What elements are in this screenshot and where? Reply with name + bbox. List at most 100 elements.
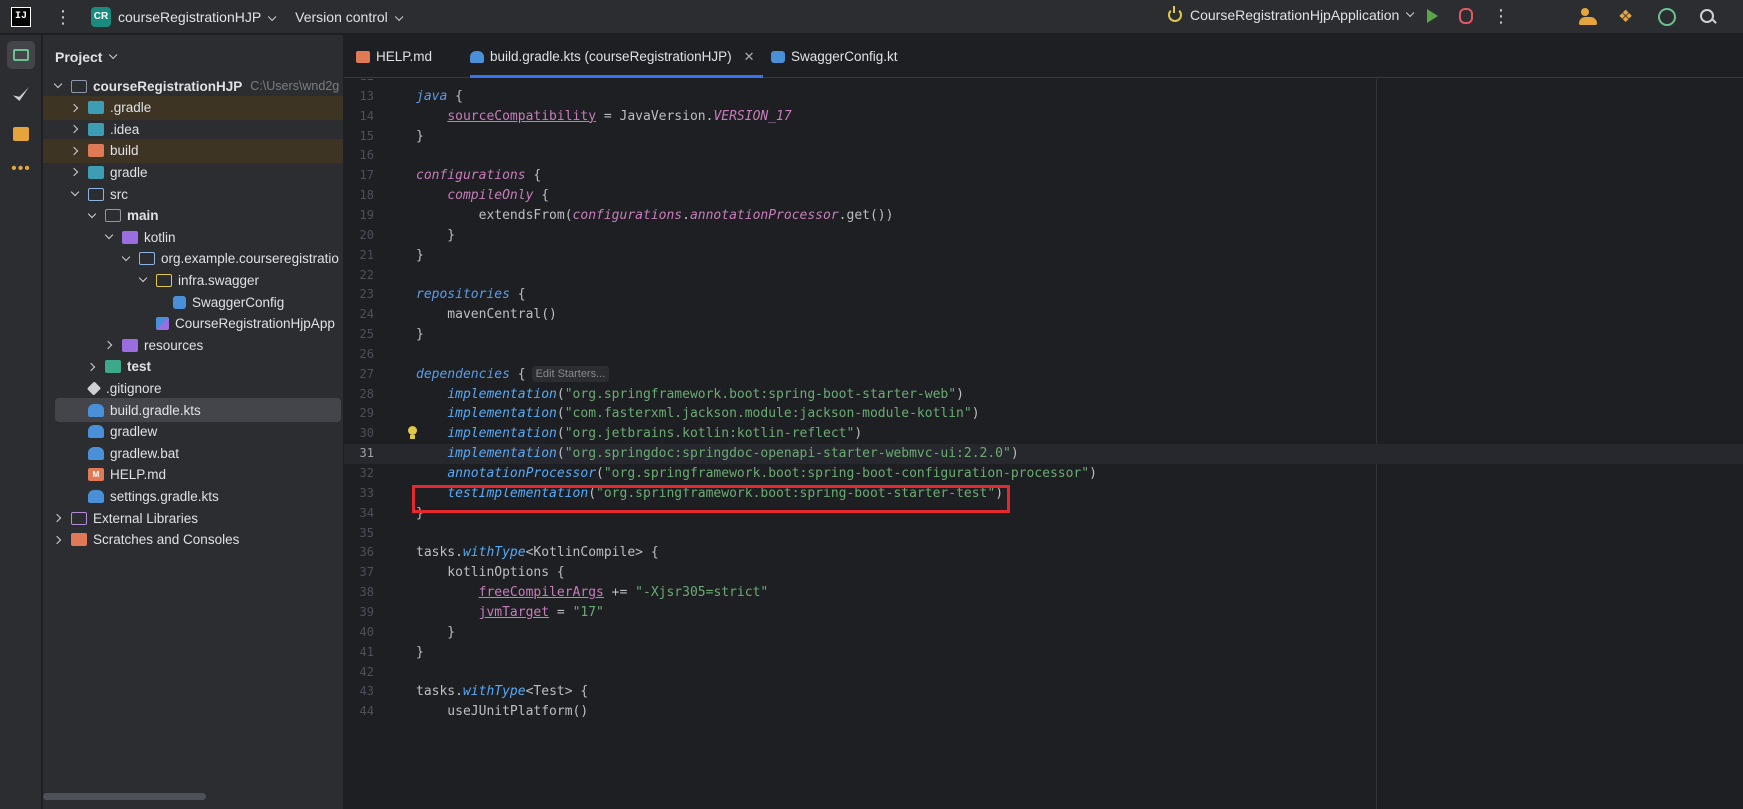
code-line[interactable]: 13 java { (344, 87, 1743, 107)
tree-item[interactable]: org.example.courseregistratio (43, 247, 343, 271)
code-editor[interactable]: 1213java {14 sourceCompatibility = JavaV… (344, 79, 1743, 809)
line-number[interactable]: 41 (344, 643, 374, 663)
tree-item[interactable]: resources (43, 333, 343, 357)
chevron-right-icon[interactable] (87, 362, 97, 372)
tree-item[interactable]: courseRegistrationHJP C:\Users\wnd2g (43, 74, 343, 98)
line-number[interactable]: 22 (344, 266, 374, 286)
tree-item[interactable]: .idea (43, 117, 343, 141)
code-line[interactable]: 29 implementation("com.fasterxml.jackson… (344, 404, 1743, 424)
tree-item[interactable]: build (43, 138, 343, 163)
tree-item[interactable]: M HELP.md (43, 463, 343, 487)
line-number[interactable]: 44 (344, 702, 374, 722)
line-number[interactable]: 26 (344, 345, 374, 365)
line-number[interactable]: 38 (344, 583, 374, 603)
chevron-right-icon[interactable] (70, 167, 80, 177)
tab-swaggerconfig-kt[interactable]: SwaggerConfig.kt (771, 35, 898, 78)
line-number[interactable]: 20 (344, 226, 374, 246)
line-number[interactable]: 34 (344, 504, 374, 524)
chevron-down-icon[interactable] (53, 81, 63, 91)
code-line[interactable]: 35 (344, 524, 1743, 544)
code-line[interactable]: 17 configurations { (344, 166, 1743, 186)
chevron-down-icon[interactable] (104, 232, 114, 242)
main-menu-icon[interactable]: ⋮ (53, 7, 73, 27)
tree-item[interactable]: CourseRegistrationHjpApp (43, 312, 343, 336)
code-line[interactable]: 23 repositories { (344, 285, 1743, 305)
line-number[interactable]: 12 (344, 79, 374, 87)
tree-item[interactable]: settings.gradle.kts (43, 484, 343, 508)
line-number[interactable]: 18 (344, 186, 374, 206)
chevron-down-icon[interactable] (70, 189, 80, 199)
line-number[interactable]: 39 (344, 603, 374, 623)
tree-item[interactable]: gradle (43, 160, 343, 184)
code-line[interactable]: 22 (344, 266, 1743, 286)
edit-starters-button[interactable]: Edit Starters... (531, 365, 610, 382)
code-with-me-icon[interactable] (1579, 8, 1597, 26)
intellij-logo-icon[interactable]: IJ (11, 6, 31, 27)
line-number[interactable]: 25 (344, 325, 374, 345)
code-line[interactable]: 19 extendsFrom(configurations.annotation… (344, 206, 1743, 226)
project-panel-header[interactable]: Project (43, 35, 343, 79)
tree-item[interactable]: .gradle (43, 95, 343, 120)
tree-item[interactable]: Scratches and Consoles (43, 528, 343, 552)
code-line[interactable]: 38 freeCompilerArgs += "-Xjsr305=strict" (344, 583, 1743, 603)
chevron-right-icon[interactable] (70, 103, 80, 113)
line-number[interactable]: 29 (344, 404, 374, 424)
commit-tool-button[interactable] (7, 80, 35, 108)
line-number[interactable]: 43 (344, 682, 374, 702)
debug-icon[interactable] (1459, 8, 1473, 24)
code-line[interactable]: 24 mavenCentral() (344, 305, 1743, 325)
tree-item[interactable]: src (43, 182, 343, 206)
tree-item[interactable]: SwaggerConfig (43, 290, 343, 314)
line-number[interactable]: 32 (344, 464, 374, 484)
code-line[interactable]: 36 tasks.withType<KotlinCompile> { (344, 543, 1743, 563)
tree-item[interactable]: gradlew.bat (43, 441, 343, 465)
line-number[interactable]: 23 (344, 285, 374, 305)
tab-help-md[interactable]: HELP.md (356, 35, 432, 78)
code-line[interactable]: 18 compileOnly { (344, 186, 1743, 206)
line-number[interactable]: 24 (344, 305, 374, 325)
chevron-right-icon[interactable] (53, 535, 63, 545)
horizontal-scrollbar[interactable] (43, 787, 343, 809)
code-line[interactable]: 14 sourceCompatibility = JavaVersion.VER… (344, 107, 1743, 127)
run-configuration-selector[interactable]: CourseRegistrationHjpApplication (1168, 6, 1415, 23)
line-number[interactable]: 17 (344, 166, 374, 186)
code-line[interactable]: 39 jvmTarget = "17" (344, 603, 1743, 623)
code-line[interactable]: 20 } (344, 226, 1743, 246)
code-line[interactable]: 32 annotationProcessor("org.springframew… (344, 464, 1743, 484)
code-line[interactable]: 27 dependencies {Edit Starters... (344, 365, 1743, 385)
more-tools-button[interactable]: ••• (7, 155, 35, 183)
line-number[interactable]: 16 (344, 146, 374, 166)
tree-item[interactable]: External Libraries (43, 506, 343, 530)
code-line[interactable]: 31 implementation("org.springdoc:springd… (344, 444, 1743, 464)
code-line[interactable]: 30 implementation("org.jetbrains.kotlin:… (344, 424, 1743, 444)
line-number[interactable]: 21 (344, 246, 374, 266)
tree-item[interactable]: gradlew (43, 420, 343, 444)
code-line[interactable]: 26 (344, 345, 1743, 365)
run-icon[interactable] (1427, 9, 1438, 23)
line-number[interactable]: 35 (344, 524, 374, 544)
tree-item[interactable]: infra.swagger (43, 268, 343, 292)
project-tool-button[interactable] (7, 41, 35, 69)
line-number[interactable]: 13 (344, 87, 374, 107)
code-line[interactable]: 28 implementation("org.springframework.b… (344, 385, 1743, 405)
chevron-right-icon[interactable] (104, 340, 114, 350)
line-number[interactable]: 40 (344, 623, 374, 643)
chevron-right-icon[interactable] (70, 146, 80, 156)
code-line[interactable]: 41} (344, 643, 1743, 663)
project-badge[interactable]: CR (91, 6, 111, 27)
structure-tool-button[interactable] (7, 120, 35, 148)
line-number[interactable]: 36 (344, 543, 374, 563)
code-line[interactable]: 16 (344, 146, 1743, 166)
code-line[interactable]: 40 } (344, 623, 1743, 643)
code-line[interactable]: 43 tasks.withType<Test> { (344, 682, 1743, 702)
code-line[interactable]: 15} (344, 127, 1743, 147)
chevron-down-icon[interactable] (87, 211, 97, 221)
close-icon[interactable]: ✕ (744, 49, 755, 65)
tree-item[interactable]: .gitignore (43, 376, 343, 400)
line-number[interactable]: 14 (344, 107, 374, 127)
version-control-menu[interactable]: Version control (295, 9, 404, 25)
line-number[interactable]: 19 (344, 206, 374, 226)
code-line[interactable]: 37 kotlinOptions { (344, 563, 1743, 583)
line-number[interactable]: 31 (344, 444, 374, 464)
line-number[interactable]: 33 (344, 484, 374, 504)
